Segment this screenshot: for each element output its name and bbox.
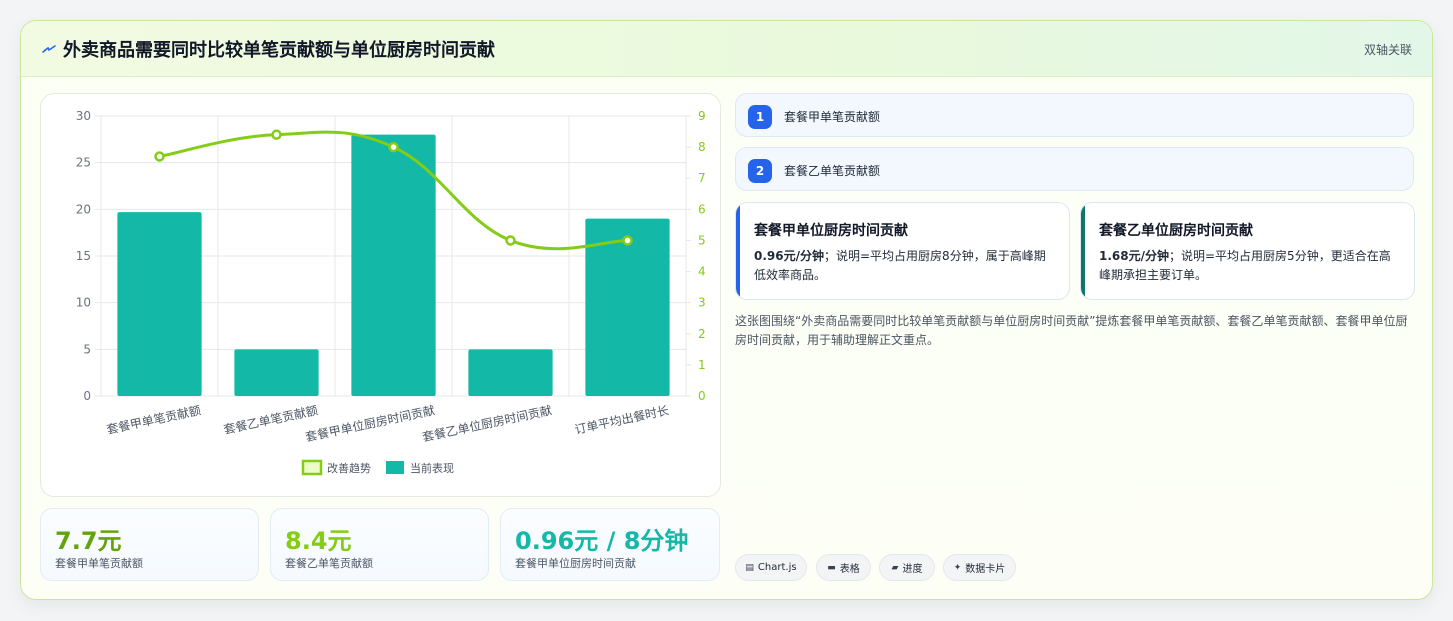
info-lead: 1.68元/分钟 [1099,249,1169,263]
page-title: 外卖商品需要同时比较单笔贡献额与单位厨房时间贡献 [63,40,495,61]
info-accent-bar [736,203,740,299]
x-tick-label: 套餐甲单位厨房时间贡献 [304,402,436,444]
stat-card: 8.4元 套餐乙单笔贡献额 [270,508,489,581]
card-header: 外卖商品需要同时比较单笔贡献额与单位厨房时间贡献 双轴关联 [21,21,1432,77]
x-tick-label: 订单平均出餐时长 [573,402,670,437]
info-title: 套餐甲单位厨房时间贡献 [754,223,908,239]
y-left-tick-label: 25 [76,156,91,170]
trend-point [154,151,165,162]
bar [468,349,553,396]
info-body: 1.68元/分钟；说明=平均占用厨房5分钟，更适合在高峰期承担主要订单。 [1099,247,1399,285]
list-item-label: 套餐乙单笔贡献额 [784,164,881,178]
trend-point [622,235,633,246]
pill-chartjs[interactable]: ▤ Chart.js [735,554,807,581]
y-right-tick-label: 8 [698,140,706,154]
info-card: 套餐甲单位厨房时间贡献 0.96元/分钟；说明=平均占用厨房8分钟，属于高峰期低… [735,202,1070,300]
list-item: 1 套餐甲单笔贡献额 [735,93,1414,137]
info-body: 0.96元/分钟；说明=平均占用厨房8分钟，属于高峰期低效率商品。 [754,247,1054,285]
y-left-tick-label: 0 [83,389,91,403]
trend-point [271,129,282,140]
pill-datacard[interactable]: ✦ 数据卡片 [943,554,1016,581]
y-left-tick-label: 15 [76,249,91,263]
table-icon: ▬ [827,562,836,573]
progress-icon: ▰ [891,562,899,573]
sparkle-icon: ✦ [953,562,962,573]
y-left-tick-label: 30 [76,109,91,123]
lightning-icon [42,45,56,53]
stat-label: 套餐甲单笔贡献额 [55,557,143,570]
y-left-tick-label: 10 [76,296,91,310]
y-right-tick-label: 1 [698,358,706,372]
x-tick-label: 套餐甲单笔贡献额 [105,402,202,437]
y-right-tick-label: 7 [698,171,706,185]
chart-icon: ▤ [745,562,754,573]
pill-progress[interactable]: ▰ 进度 [879,554,935,581]
y-right-tick-label: 4 [698,265,706,279]
pill-label: 表格 [839,564,860,575]
combo-chart: 0510152025300123456789套餐甲单笔贡献额 套餐乙单笔贡献额套餐… [76,109,706,476]
y-left-tick-label: 20 [76,202,91,216]
bar [351,134,436,396]
pill-table[interactable]: ▬ 表格 [816,554,871,581]
legend-label-trend: 改善趋势 [327,461,371,475]
x-tick-label: 套餐乙单位厨房时间贡献 [421,402,553,444]
list-item: 2 套餐乙单笔贡献额 [735,147,1414,191]
stat-card: 7.7元 套餐甲单笔贡献额 [40,508,259,581]
y-right-tick-label: 6 [698,202,706,216]
stat-value: 0.96元 / 8分钟 [515,527,689,555]
pill-label: 进度 [902,564,923,575]
legend-swatch-current [386,461,404,474]
summary-text: 这张图围绕“外卖商品需要同时比较单笔贡献额与单位厨房时间贡献”提炼套餐甲单笔贡献… [735,314,1408,347]
stat-value: 7.7元 [55,527,122,555]
info-card: 套餐乙单位厨房时间贡献 1.68元/分钟；说明=平均占用厨房5分钟，更适合在高峰… [1080,202,1415,300]
stat-value: 8.4元 [285,527,352,555]
y-left-tick-label: 5 [83,342,91,356]
stat-label: 套餐甲单位厨房时间贡献 [515,557,636,570]
info-accent-bar [1081,203,1085,299]
stat-label: 套餐乙单笔贡献额 [285,557,373,570]
y-right-tick-label: 3 [698,296,706,310]
number-badge: 1 [748,105,772,129]
bar [234,349,319,396]
number-badge: 2 [748,159,772,183]
main-card: 外卖商品需要同时比较单笔贡献额与单位厨房时间贡献 双轴关联 0 5 10 15 20 25… [20,20,1433,600]
y-right-tick-label: 2 [698,327,706,341]
legend-swatch-trend [301,459,323,476]
pill-label: Chart.js [757,562,797,573]
header-tag: 双轴关联 [1363,43,1412,57]
pill-label: 数据卡片 [965,564,1006,575]
y-right-tick-label: 0 [698,389,706,403]
trend-point [388,141,399,153]
info-title: 套餐乙单位厨房时间贡献 [1099,223,1253,239]
y-right-tick-label: 5 [698,233,706,247]
y-right-tick-label: 9 [698,109,706,123]
chart-panel: 0 5 10 15 20 25 30 0 1 2 3 4 5 6 7 8 9 套餐甲单笔贡献额 套餐乙单笔贡献额 套餐… [40,93,721,497]
legend-label-current: 当前表现 [410,461,454,475]
trend-point [505,235,516,246]
stat-card: 0.96元 / 8分钟 套餐甲单位厨房时间贡献 [500,508,720,581]
bar [117,212,202,396]
list-item-label: 套餐甲单笔贡献额 [784,110,881,124]
info-lead: 0.96元/分钟 [754,249,824,263]
